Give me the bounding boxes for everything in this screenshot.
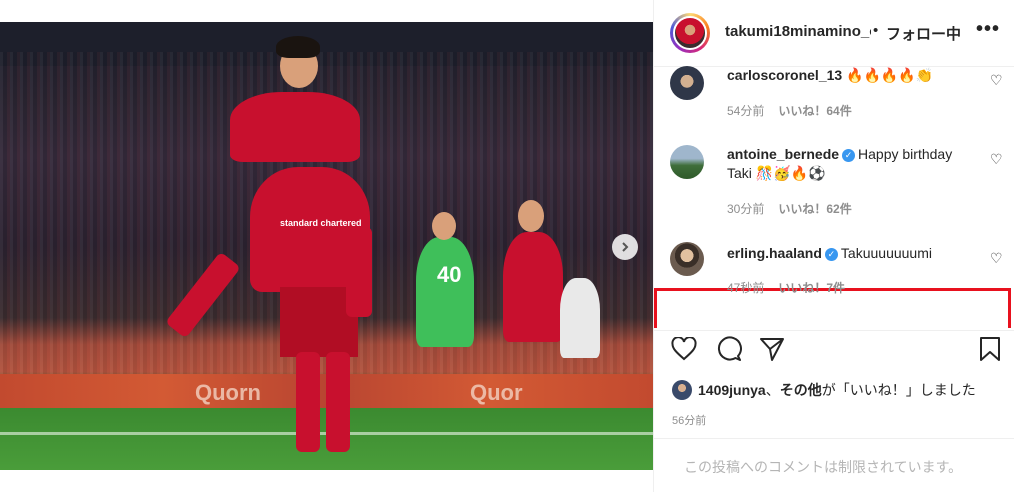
player-jota bbox=[503, 232, 563, 342]
comment-time[interactable]: 54分前 bbox=[727, 104, 764, 118]
bookmark-icon bbox=[980, 337, 1000, 361]
comment-time[interactable]: 30分前 bbox=[727, 202, 764, 216]
author-username[interactable]: takumi18minamino_o bbox=[725, 23, 871, 40]
liked-by-joiner: 、 bbox=[765, 382, 780, 398]
post-side-panel: takumi18minamino_o • フォロー中 ••• carloscor… bbox=[653, 0, 1014, 492]
comment-text-block: erling.haaland ✓ Takuuuuuuumi bbox=[727, 244, 959, 263]
chevron-right-icon bbox=[622, 242, 629, 252]
post-header: takumi18minamino_o • フォロー中 ••• bbox=[654, 0, 1014, 67]
comment-username[interactable]: erling.haaland bbox=[727, 245, 822, 261]
verified-icon: ✓ bbox=[842, 149, 856, 162]
comment-text: 🔥🔥🔥🔥👏 bbox=[846, 67, 934, 83]
comment-meta: 30分前 いいね！62件 bbox=[727, 200, 852, 217]
comment-text: Takuuuuuuumi bbox=[840, 245, 932, 261]
commenter-avatar[interactable] bbox=[670, 242, 704, 276]
comment-meta: 47秒前 いいね！7件 bbox=[727, 279, 845, 296]
player-face bbox=[518, 200, 544, 232]
comments-restricted-text: この投稿へのコメントは制限されています。 bbox=[684, 459, 963, 475]
comment-meta: 54分前 いいね！64件 bbox=[727, 102, 852, 119]
verified-icon: ✓ bbox=[824, 248, 838, 261]
board-text: Quorn bbox=[195, 380, 261, 405]
more-options-button[interactable]: ••• bbox=[976, 18, 1000, 41]
comment-username[interactable]: antoine_bernede bbox=[727, 146, 839, 162]
next-image-button[interactable] bbox=[612, 234, 638, 260]
comment-icon bbox=[718, 336, 742, 361]
commenter-avatar[interactable] bbox=[670, 145, 704, 179]
comment-button[interactable] bbox=[715, 335, 743, 363]
comment-text-block: antoine_bernede ✓ Happy birthday Taki 🎊🥳🔥⚽ bbox=[727, 145, 959, 183]
comment-likes[interactable]: いいね！7件 bbox=[778, 281, 845, 295]
liked-by-others[interactable]: その他 bbox=[780, 382, 822, 398]
comment-text-block: carloscoronel_13 🔥🔥🔥🔥👏 bbox=[727, 66, 959, 85]
comment-likes[interactable]: いいね！64件 bbox=[778, 104, 851, 118]
heart-icon[interactable]: ♡ bbox=[990, 72, 1003, 89]
heart-icon[interactable]: ♡ bbox=[990, 250, 1003, 267]
comment-likes[interactable]: いいね！62件 bbox=[778, 202, 851, 216]
player-leg bbox=[296, 352, 320, 452]
separator-dot: • bbox=[873, 22, 879, 39]
like-button[interactable] bbox=[670, 335, 698, 363]
liker-avatar[interactable] bbox=[672, 380, 692, 400]
player-minamino bbox=[230, 92, 360, 162]
player-face bbox=[432, 212, 456, 240]
author-avatar[interactable] bbox=[670, 13, 710, 53]
commenter-avatar[interactable] bbox=[670, 66, 704, 100]
author-avatar-image bbox=[673, 16, 707, 50]
post-timestamp[interactable]: 56分前 bbox=[672, 412, 706, 428]
heart-icon[interactable]: ♡ bbox=[990, 151, 1003, 168]
opponent-player bbox=[560, 278, 600, 358]
follow-button[interactable]: フォロー中 bbox=[886, 23, 961, 44]
liked-by-suffix: が「いいね！」しました bbox=[821, 382, 976, 398]
comments-list[interactable]: carloscoronel_13 🔥🔥🔥🔥👏 54分前 いいね！64件 ♡ ant… bbox=[654, 66, 1014, 328]
liker-username[interactable]: 1409junya bbox=[698, 382, 766, 398]
goalkeeper bbox=[416, 237, 474, 347]
share-icon bbox=[760, 338, 784, 361]
liked-by: 1409junya、その他が「いいね！」しました bbox=[672, 380, 1014, 400]
player-hair bbox=[276, 36, 320, 58]
post-actions bbox=[654, 330, 1014, 371]
comment-username[interactable]: carloscoronel_13 bbox=[727, 67, 842, 83]
comment-time[interactable]: 47秒前 bbox=[727, 281, 764, 295]
post-photo[interactable]: Quorn Quor standard chartered 40 bbox=[0, 22, 653, 470]
heart-icon bbox=[671, 337, 697, 361]
player-leg bbox=[346, 227, 372, 317]
board-text: Quor bbox=[470, 380, 523, 405]
share-button[interactable] bbox=[758, 335, 786, 363]
player-leg bbox=[326, 352, 350, 452]
comment-input-area: この投稿へのコメントは制限されています。 bbox=[654, 438, 1014, 493]
save-button[interactable] bbox=[976, 335, 1004, 363]
jersey-number: 40 bbox=[437, 262, 462, 287]
